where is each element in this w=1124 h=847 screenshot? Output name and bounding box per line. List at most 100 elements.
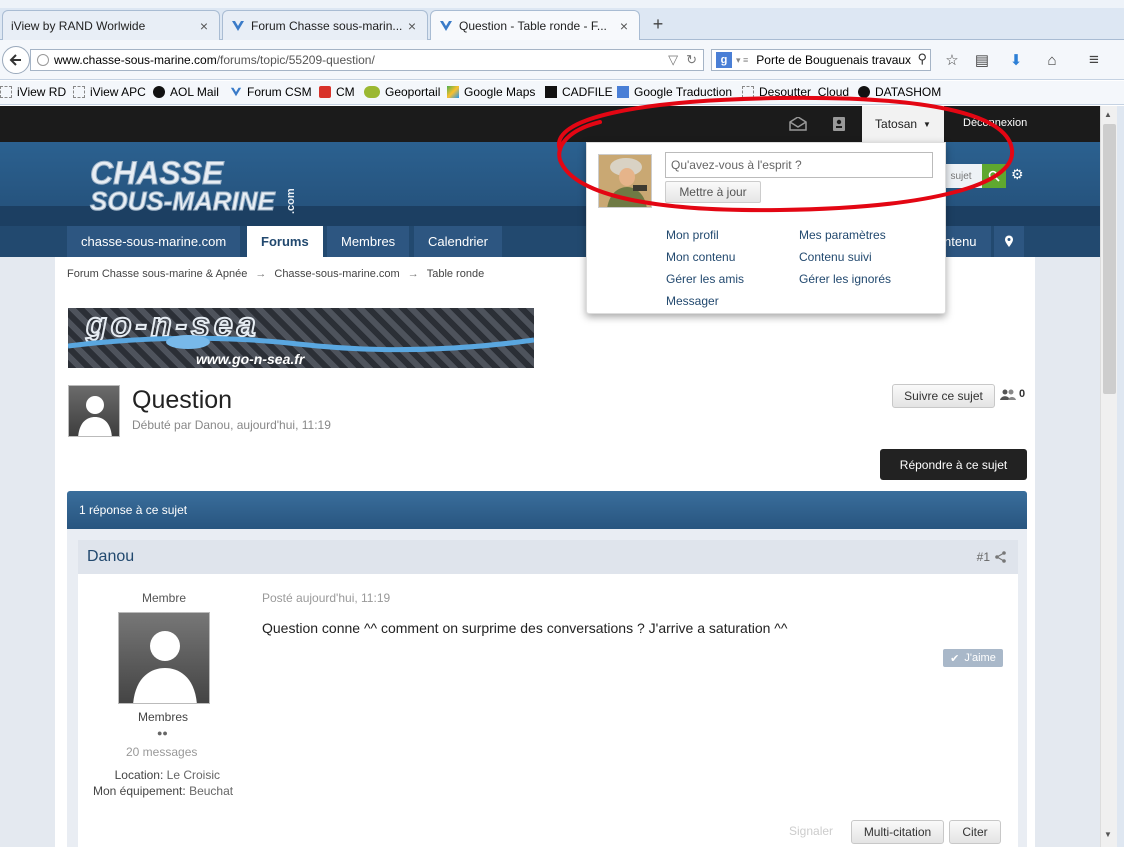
followers-count[interactable]: 0 bbox=[1000, 388, 1025, 400]
forum-favicon-icon bbox=[231, 20, 245, 32]
page-scrollbar[interactable]: ▲ ▼ bbox=[1100, 106, 1117, 847]
bookmark-cadfile[interactable]: CADFILE bbox=[545, 85, 613, 99]
bookmark-google-maps[interactable]: Google Maps bbox=[447, 85, 535, 99]
nav-item-home[interactable]: chasse-sous-marine.com bbox=[67, 226, 241, 257]
bookmark-label: CADFILE bbox=[562, 85, 613, 99]
gear-icon[interactable]: ⚙ bbox=[1011, 166, 1024, 183]
new-tab-button[interactable]: + bbox=[648, 14, 668, 35]
post-author-link[interactable]: Danou bbox=[87, 548, 134, 566]
aol-icon bbox=[153, 86, 165, 98]
update-status-button[interactable]: Mettre à jour bbox=[665, 181, 761, 203]
check-icon: ✔ bbox=[950, 652, 960, 665]
report-link[interactable]: Signaler bbox=[789, 824, 833, 838]
web-page: Tatosan ▼ Déconnexion CHASSE SOUS-MARINE… bbox=[0, 106, 1100, 847]
back-arrow-icon bbox=[9, 54, 21, 66]
bookmark-geoportail[interactable]: Geoportail bbox=[364, 85, 440, 99]
replies-count-bar: 1 réponse à ce sujet bbox=[67, 491, 1027, 529]
menu-icon[interactable]: ≡ bbox=[1084, 50, 1104, 70]
share-icon[interactable] bbox=[995, 551, 1006, 563]
search-engine-chevron-icon[interactable]: ▾ ≡ bbox=[736, 55, 748, 66]
logo-line2: SOUS-MARINE bbox=[90, 186, 276, 216]
menu-item-manage-friends[interactable]: Gérer les amis bbox=[666, 272, 744, 286]
user-avatar[interactable] bbox=[598, 154, 652, 208]
nav-item-calendar[interactable]: Calendrier bbox=[414, 226, 502, 257]
bookmark-aol-mail[interactable]: AOL Mail bbox=[153, 85, 219, 99]
browser-search-bar[interactable]: g ▾ ≡ Porte de Bouguenais travaux ⚲ bbox=[711, 49, 931, 71]
menu-item-my-profile[interactable]: Mon profil bbox=[666, 228, 719, 242]
url-host: www.chasse-sous-marine.com bbox=[54, 53, 217, 67]
back-button[interactable] bbox=[2, 46, 30, 74]
forum-favicon-icon bbox=[439, 20, 453, 32]
author-role: Membre bbox=[142, 591, 187, 605]
bookmark-iview-rd[interactable]: iView RD bbox=[0, 85, 66, 99]
browser-top-strip bbox=[0, 0, 1124, 8]
like-button[interactable]: ✔ J'aime bbox=[943, 649, 1003, 667]
google-icon[interactable]: g bbox=[716, 52, 732, 68]
reply-topic-button[interactable]: Répondre à ce sujet bbox=[880, 449, 1027, 480]
bookmark-forum-csm[interactable]: Forum CSM bbox=[230, 85, 312, 99]
default-avatar-icon bbox=[78, 396, 112, 436]
ad-banner[interactable]: go-n-sea www.go-n-sea.fr bbox=[68, 308, 534, 368]
user-menu-button[interactable]: Tatosan ▼ bbox=[862, 106, 944, 142]
nav-item-forums[interactable]: Forums bbox=[247, 226, 323, 257]
bookmark-google-traduction[interactable]: Google Traduction bbox=[617, 85, 732, 99]
topic-author-avatar[interactable] bbox=[68, 385, 120, 437]
globe-icon bbox=[37, 54, 49, 66]
menu-item-manage-ignored[interactable]: Gérer les ignorés bbox=[799, 272, 891, 286]
breadcrumb-item[interactable]: Chasse-sous-marine.com bbox=[274, 268, 399, 280]
post-author-avatar[interactable] bbox=[118, 612, 210, 704]
dropdown-arrow-icon[interactable]: ▽ bbox=[668, 52, 678, 68]
nav-item-members[interactable]: Membres bbox=[327, 226, 410, 257]
site-search-input[interactable]: sujet bbox=[940, 164, 982, 188]
search-icon[interactable]: ⚲ bbox=[917, 51, 927, 67]
home-icon[interactable]: ⌂ bbox=[1042, 50, 1062, 70]
breadcrumb: Forum Chasse sous-marine & Apnée → Chass… bbox=[67, 268, 484, 280]
reload-icon[interactable]: ↻ bbox=[686, 52, 697, 68]
download-icon[interactable]: ⬇ bbox=[1006, 50, 1026, 70]
datashom-icon bbox=[858, 86, 870, 98]
tab-title: Forum Chasse sous-marin... bbox=[251, 18, 403, 33]
browser-tab-forum[interactable]: Forum Chasse sous-marin... × bbox=[222, 10, 428, 40]
breadcrumb-item[interactable]: Forum Chasse sous-marine & Apnée bbox=[67, 268, 247, 280]
url-bar[interactable]: www.chasse-sous-marine.com/forums/topic/… bbox=[30, 49, 704, 71]
logout-link[interactable]: Déconnexion bbox=[963, 117, 1027, 129]
page-icon bbox=[0, 86, 12, 98]
close-icon[interactable]: × bbox=[405, 18, 419, 34]
user-photo bbox=[599, 155, 651, 207]
bookmark-label: Google Maps bbox=[464, 85, 536, 99]
notifications-icon[interactable] bbox=[828, 114, 850, 134]
bookmark-desoutter-cloud[interactable]: Desoutter_Cloud bbox=[742, 85, 849, 99]
breadcrumb-separator: → bbox=[407, 268, 419, 280]
bookmark-label: iView RD bbox=[17, 85, 67, 99]
scrollbar-thumb[interactable] bbox=[1103, 124, 1116, 394]
quote-button[interactable]: Citer bbox=[949, 820, 1001, 844]
breadcrumb-item[interactable]: Table ronde bbox=[427, 268, 485, 280]
cadfile-icon bbox=[545, 86, 557, 98]
site-search-button[interactable] bbox=[982, 164, 1006, 188]
bookmark-datashom[interactable]: DATASHOM bbox=[858, 85, 941, 99]
multiquote-button[interactable]: Multi-citation bbox=[851, 820, 944, 844]
menu-item-messenger[interactable]: Messager bbox=[666, 294, 719, 308]
scroll-down-icon[interactable]: ▼ bbox=[1104, 830, 1112, 839]
bookmark-star-icon[interactable]: ☆ bbox=[942, 50, 962, 70]
post-number[interactable]: #1 bbox=[977, 550, 1006, 564]
menu-item-followed-content[interactable]: Contenu suivi bbox=[799, 250, 872, 264]
follow-topic-button[interactable]: Suivre ce sujet bbox=[892, 384, 995, 408]
menu-item-my-settings[interactable]: Mes paramètres bbox=[799, 228, 886, 242]
envelope-icon[interactable] bbox=[787, 114, 809, 134]
default-avatar-icon bbox=[133, 631, 197, 703]
bookmark-iview-apc[interactable]: iView APC bbox=[73, 85, 146, 99]
rank-pips: ●● bbox=[157, 728, 168, 738]
menu-item-my-content[interactable]: Mon contenu bbox=[666, 250, 735, 264]
nav-item-map[interactable] bbox=[994, 226, 1024, 257]
bookmarks-list-icon[interactable]: ▤ bbox=[972, 50, 992, 70]
browser-tab-question[interactable]: Question - Table ronde - F... × bbox=[430, 10, 640, 41]
browser-tab-iview[interactable]: iView by RAND Worlwide × bbox=[2, 10, 220, 40]
close-icon[interactable]: × bbox=[197, 18, 211, 34]
map-pin-icon bbox=[1005, 235, 1013, 247]
status-update-input[interactable]: Qu'avez-vous à l'esprit ? bbox=[665, 152, 933, 178]
bookmark-cm[interactable]: CM bbox=[319, 85, 355, 99]
close-icon[interactable]: × bbox=[617, 18, 631, 34]
scroll-up-icon[interactable]: ▲ bbox=[1104, 110, 1112, 119]
site-logo[interactable]: CHASSE SOUS-MARINE .com bbox=[88, 154, 308, 220]
